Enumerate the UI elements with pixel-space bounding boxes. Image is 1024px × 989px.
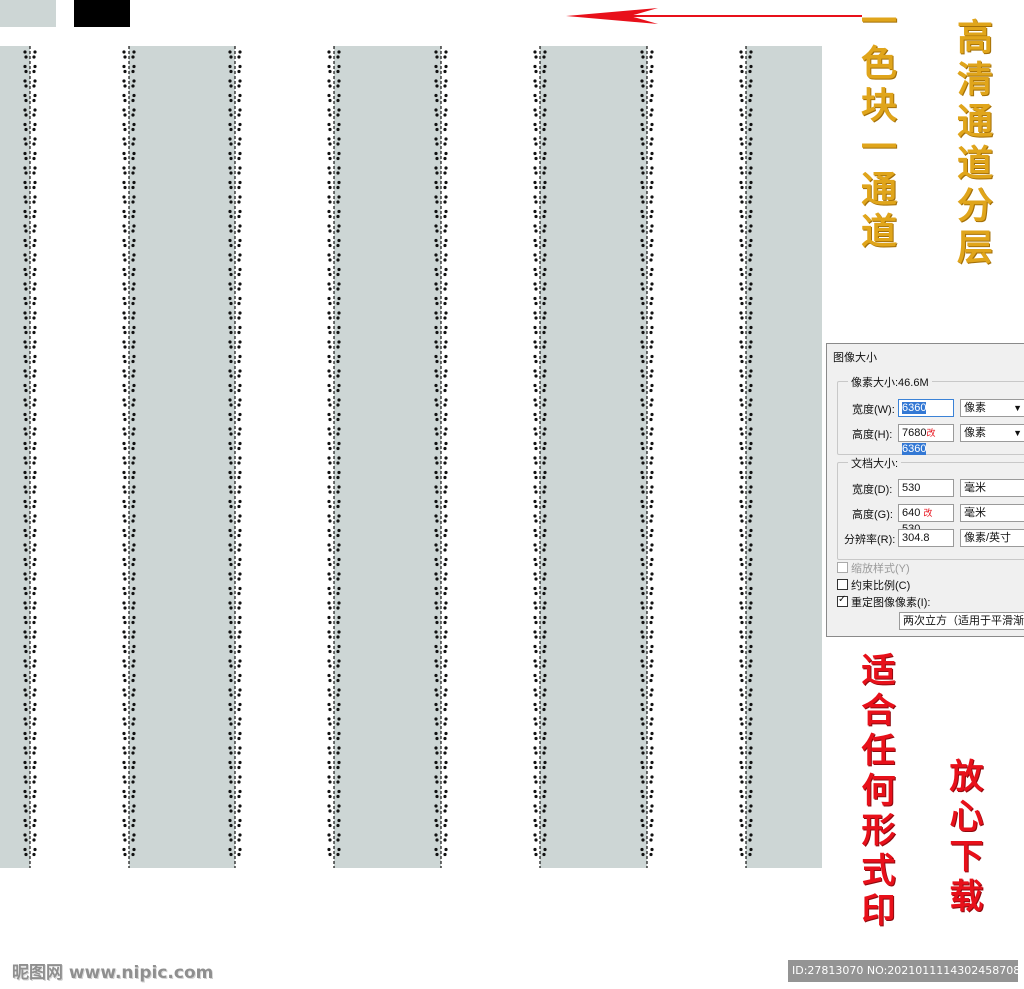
channel-note-text: 一色块一通道 [855,2,897,254]
resolution-label: 分辨率(R): [844,534,896,546]
chevron-down-icon: ▼ [1013,428,1022,438]
pixel-group-title: 像素大小:46.6M [848,374,932,390]
pixel-height-unit-select[interactable]: 像素 ▼ [960,424,1024,442]
pixel-dimensions-group: 像素大小:46.6M 宽度(W): 6360 像素 ▼ 高度(H): 7680改6… [837,374,1024,455]
resample-image-checkbox[interactable]: ✓ 重定图像像素(I): [837,594,930,610]
doc-height-unit-select[interactable]: 毫米 [960,504,1024,522]
image-id-watermark: ID:27813070 NO:20210111143024587085 [788,960,1018,982]
document-size-group: 文档大小: 宽度(D): 530 毫米 高度(G): 640 改 530 毫米 … [837,455,1024,560]
layered-note-text: 高清通道分层 [951,18,993,270]
doc-width-unit-select[interactable]: 毫米 [960,479,1024,497]
chevron-down-icon: ▼ [1013,403,1022,413]
download-note-text: 放心下载 [943,758,983,918]
doc-group-title: 文档大小: [848,455,902,471]
black-swatch [74,0,130,27]
pixel-height-label: 高度(H): [852,429,893,441]
stripe-band [129,46,235,868]
checkbox-icon [837,562,848,573]
nipic-watermark-logo: 昵图网 www.nipic.com [12,963,214,983]
pixel-width-unit-select[interactable]: 像素 ▼ [960,399,1024,417]
stripe-band [540,46,647,868]
red-edit-mark-icon: 改 [926,428,936,438]
resolution-input[interactable]: 304.8 [898,529,954,547]
print-note-text: 适合任何形式印 [855,652,895,932]
gray-swatch [0,0,56,27]
stripe-band [334,46,441,868]
resample-method-select[interactable]: 两次立方（适用于平滑渐变 [899,612,1024,630]
checkbox-icon [837,579,848,590]
dialog-title: 图像大小 [833,352,877,364]
doc-height-label: 高度(G): [852,509,893,521]
doc-width-input[interactable]: 530 [898,479,954,497]
pixel-width-label: 宽度(W): [852,404,895,416]
stripe-band [746,46,822,868]
checkmark-icon: ✓ [837,594,848,607]
pixel-height-input[interactable]: 7680改6360 [898,424,954,455]
red-edit-mark-icon: 改 [923,508,933,518]
doc-width-label: 宽度(D): [852,484,893,496]
constrain-proportions-checkbox[interactable]: 约束比例(C) [837,577,910,593]
doc-height-input[interactable]: 640 改 530 [898,504,954,535]
scale-styles-checkbox[interactable]: 缩放样式(Y) [837,560,910,576]
resolution-unit-select[interactable]: 像素/英寸 [960,529,1024,547]
left-arrow-icon [566,8,862,24]
image-size-dialog: 图像大小 像素大小:46.6M 宽度(W): 6360 像素 ▼ 高度(H): 7… [826,343,1024,637]
pixel-width-input[interactable]: 6360 [898,399,954,417]
